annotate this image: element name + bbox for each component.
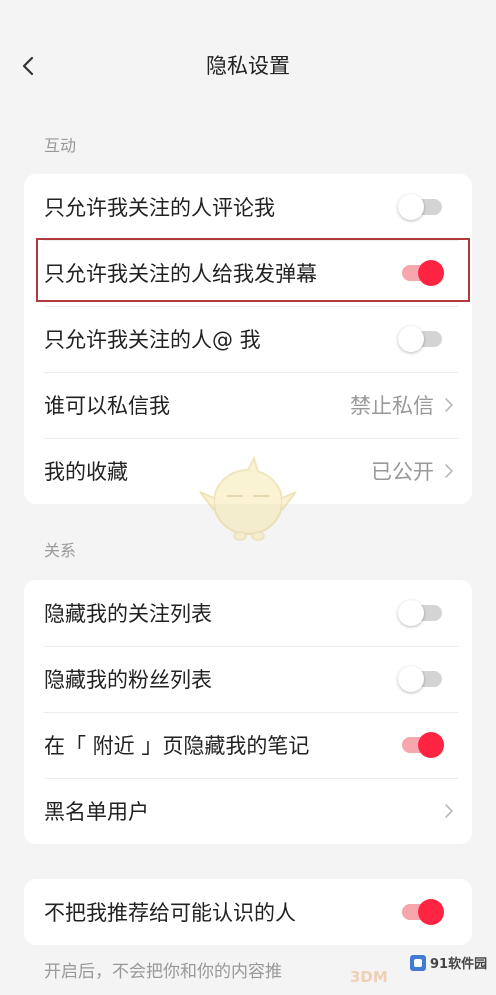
site-watermark-text: 91软件园 bbox=[430, 957, 488, 972]
row-label: 谁可以私信我 bbox=[44, 394, 170, 418]
row-label: 在「 附近 」页隐藏我的笔记 bbox=[44, 734, 310, 758]
row-label: 只允许我关注的人评论我 bbox=[44, 196, 275, 220]
row-label: 隐藏我的关注列表 bbox=[44, 602, 212, 626]
row-hide-followers[interactable]: 隐藏我的粉丝列表 bbox=[24, 646, 472, 712]
row-label: 只允许我关注的人@ 我 bbox=[44, 328, 261, 352]
recommendation-settings-card: 不把我推荐给可能认识的人 bbox=[24, 879, 472, 945]
row-value: 已公开 bbox=[371, 460, 434, 484]
row-blacklist[interactable]: 黑名单用户 bbox=[24, 778, 472, 844]
toggle-knob bbox=[418, 732, 444, 758]
section-title-interaction: 互动 bbox=[44, 136, 77, 155]
toggle-knob bbox=[418, 899, 444, 925]
chevron-right-icon bbox=[444, 397, 454, 413]
site-logo-icon bbox=[410, 954, 426, 971]
row-value: 禁止私信 bbox=[350, 394, 434, 418]
row-no-recommend[interactable]: 不把我推荐给可能认识的人 bbox=[24, 879, 472, 945]
row-mention-permission[interactable]: 只允许我关注的人@ 我 bbox=[24, 306, 472, 372]
page-title: 隐私设置 bbox=[206, 54, 290, 78]
toggle-knob bbox=[398, 600, 424, 626]
site-watermark: 91软件园 bbox=[410, 953, 487, 972]
section-title-relations: 关系 bbox=[44, 541, 77, 560]
toggle-knob bbox=[398, 326, 424, 352]
relations-settings-card: 隐藏我的关注列表 隐藏我的粉丝列表 在「 附近 」页隐藏我的笔记 黑名单用户 bbox=[24, 580, 472, 844]
row-label: 黑名单用户 bbox=[44, 800, 149, 824]
highlight-box bbox=[36, 238, 470, 302]
row-direct-message[interactable]: 谁可以私信我 禁止私信 bbox=[24, 372, 472, 438]
toggle-switch[interactable] bbox=[398, 194, 444, 220]
toggle-switch[interactable] bbox=[398, 600, 444, 626]
toggle-switch[interactable] bbox=[398, 732, 444, 758]
toggle-knob bbox=[398, 666, 424, 692]
row-hide-following[interactable]: 隐藏我的关注列表 bbox=[24, 580, 472, 646]
toggle-switch[interactable] bbox=[398, 899, 444, 925]
toggle-switch[interactable] bbox=[398, 326, 444, 352]
toggle-knob bbox=[398, 194, 424, 220]
row-hide-nearby-notes[interactable]: 在「 附近 」页隐藏我的笔记 bbox=[24, 712, 472, 778]
row-label: 不把我推荐给可能认识的人 bbox=[44, 901, 296, 925]
chevron-right-icon bbox=[444, 463, 454, 479]
recommendation-note: 开启后，不会把你和你的内容推 bbox=[44, 962, 282, 982]
mascot-watermark bbox=[196, 452, 300, 544]
toggle-switch[interactable] bbox=[398, 666, 444, 692]
row-comment-permission[interactable]: 只允许我关注的人评论我 bbox=[24, 174, 472, 240]
chevron-right-icon bbox=[444, 803, 454, 819]
brand-watermark: 3DM bbox=[350, 968, 388, 986]
row-label: 隐藏我的粉丝列表 bbox=[44, 668, 212, 692]
